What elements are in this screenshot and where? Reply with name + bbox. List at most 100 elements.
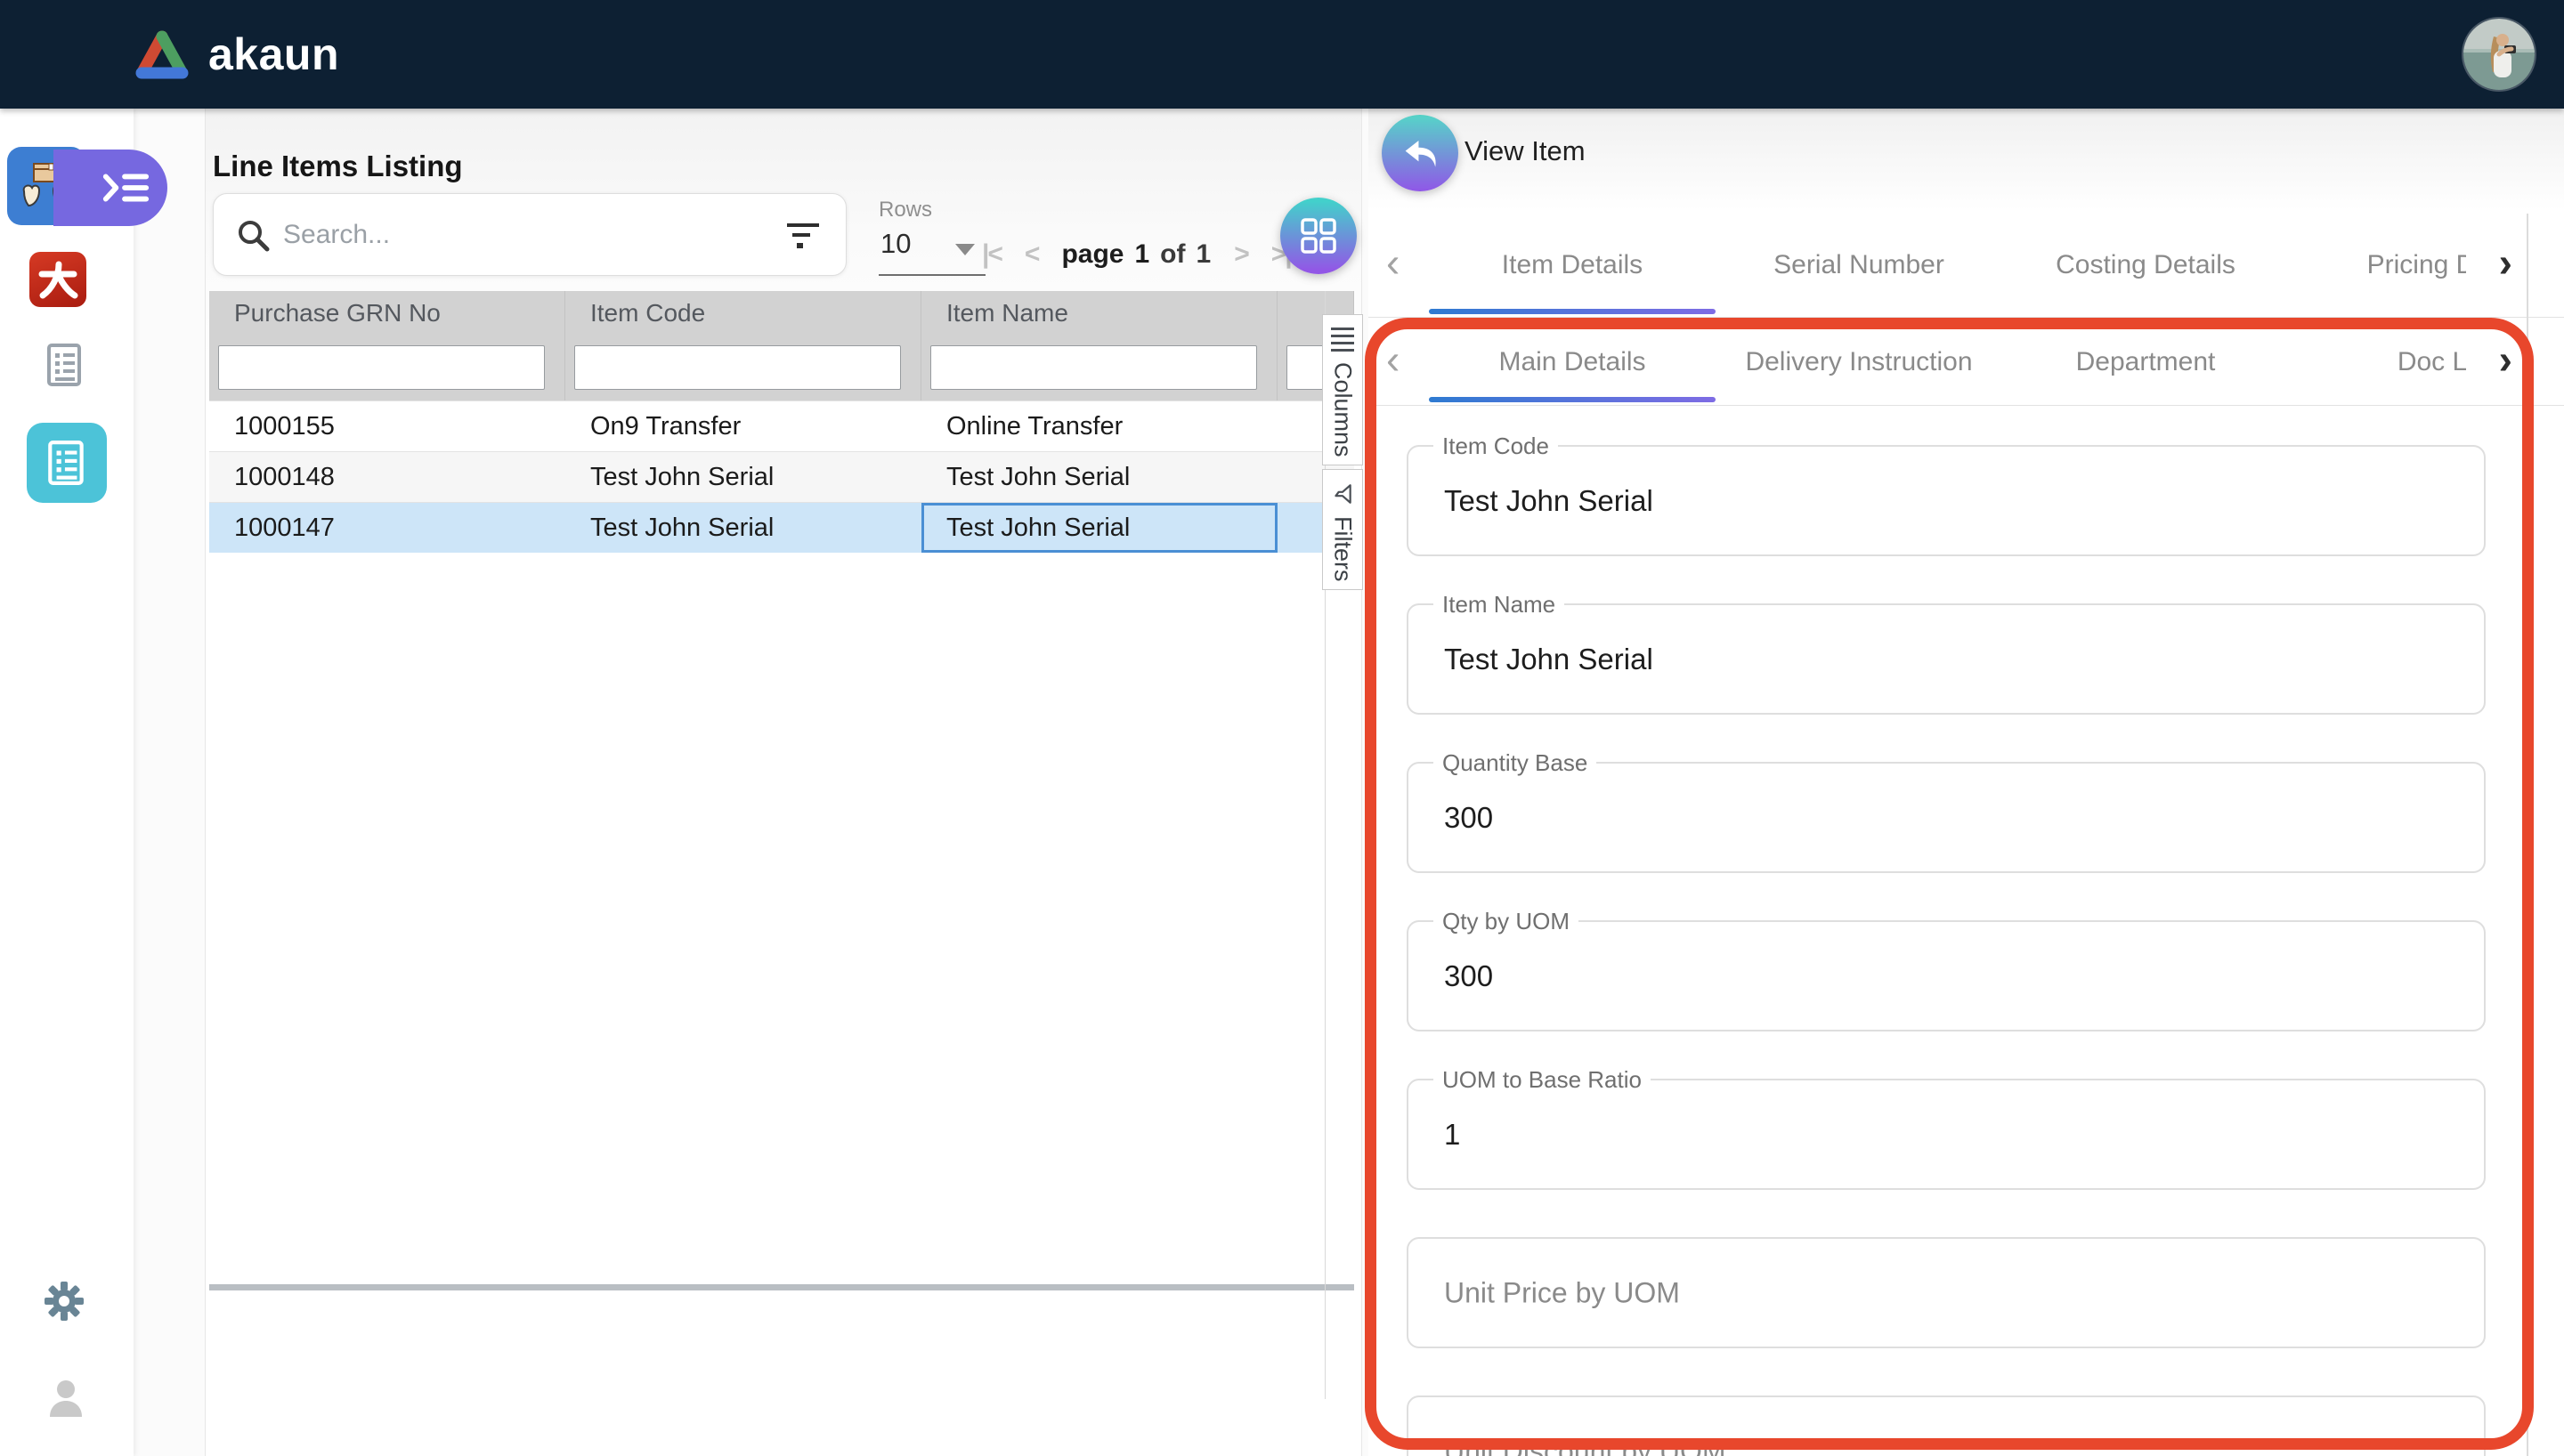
tab-costing-details[interactable]: Costing Details: [2002, 214, 2289, 317]
sidebar-toggle-icon: [100, 170, 151, 206]
field-label: Item Name: [1433, 591, 1564, 619]
filters-tab-label: Filters: [1329, 516, 1357, 582]
tabs-scroll-left-icon[interactable]: ‹: [1386, 241, 1400, 282]
table-row[interactable]: 1000155 On9 Transfer Online Transfer: [209, 400, 1354, 451]
sidebar-item-forms-list[interactable]: [45, 343, 85, 392]
field-value: Test John Serial: [1444, 643, 1653, 676]
filter-input-item-name[interactable]: [930, 345, 1257, 390]
tab-item-details-active[interactable]: Item Details: [1429, 214, 1716, 317]
tab-serial-number[interactable]: Serial Number: [1716, 214, 2002, 317]
page-total: 1: [1197, 239, 1212, 270]
column-header-item-code[interactable]: Item Code: [565, 291, 921, 336]
list-doc-icon: [45, 343, 85, 387]
cell-purchase-grn-no[interactable]: 1000155: [209, 401, 565, 451]
triangle-logo-icon: [134, 28, 191, 80]
unit-discount-by-uom-field[interactable]: Unit Discount by UOM: [1407, 1395, 2486, 1456]
cell-item-name[interactable]: Online Transfer: [921, 401, 1278, 451]
cell-item-code[interactable]: Test John Serial: [565, 452, 921, 502]
pagination: |< < page 1 of 1 > >|: [982, 233, 1291, 276]
tabs-strip: Item Details Serial Number Costing Detai…: [1429, 214, 2466, 317]
brand-logo: akaun: [134, 0, 339, 109]
cell-item-code[interactable]: Test John Serial: [565, 503, 921, 553]
line-items-listing-card: Line Items Listing Rows 10 |< < page 1 o…: [205, 109, 1362, 1456]
columns-side-tab[interactable]: Columns: [1322, 314, 1363, 465]
cell-item-code[interactable]: On9 Transfer: [565, 401, 921, 451]
first-page-button[interactable]: |<: [982, 239, 1002, 270]
item-code-field[interactable]: Item Code Test John Serial: [1407, 445, 2486, 556]
search-input[interactable]: [283, 194, 764, 275]
unit-price-by-uom-field[interactable]: Unit Price by UOM: [1407, 1237, 2486, 1348]
column-header-purchase-grn-no[interactable]: Purchase GRN No: [209, 291, 565, 336]
dropdown-caret-icon[interactable]: [955, 244, 975, 255]
columns-grip-icon: [1331, 328, 1354, 352]
app-root: akaun: [0, 0, 2564, 1456]
user-avatar[interactable]: [2462, 17, 2536, 92]
tab-label: Pricing Det: [2367, 250, 2466, 280]
field-value: Test John Serial: [1444, 484, 1653, 518]
qty-by-uom-field[interactable]: Qty by UOM 300: [1407, 920, 2486, 1031]
back-button[interactable]: [1382, 115, 1458, 191]
field-label: Unit Price by UOM: [1444, 1276, 1680, 1309]
sidebar-item-red-dai-app[interactable]: [29, 252, 86, 307]
view-item-panel: View Item ‹ Item Details Serial Number C…: [1368, 109, 2564, 1456]
next-page-button[interactable]: >: [1234, 239, 1248, 270]
cell-item-name[interactable]: Test John Serial: [921, 452, 1278, 502]
avatar-photo-icon: [2463, 19, 2536, 92]
subtab-delivery-instruction[interactable]: Delivery Instruction: [1716, 319, 2002, 405]
filter-input-item-code[interactable]: [574, 345, 901, 390]
field-label: Quantity Base: [1433, 749, 1596, 777]
cell-purchase-grn-no[interactable]: 1000148: [209, 452, 565, 502]
uom-to-base-ratio-field[interactable]: UOM to Base Ratio 1: [1407, 1079, 2486, 1190]
tab-label: Costing Details: [2056, 250, 2235, 280]
brand-name: akaun: [208, 28, 339, 80]
page-current: 1: [1134, 239, 1149, 270]
cell-purchase-grn-no[interactable]: 1000147: [209, 503, 565, 553]
rows-per-page-select[interactable]: 10: [880, 228, 911, 260]
subtab-main-details-active[interactable]: Main Details: [1429, 319, 1716, 405]
list-doc-active-icon: [45, 440, 88, 486]
cell-item-name-selected[interactable]: Test John Serial: [921, 503, 1278, 553]
column-header-item-name[interactable]: Item Name: [921, 291, 1278, 336]
field-value: 300: [1444, 801, 1493, 835]
tab-label: Item Details: [1502, 250, 1643, 280]
subtabs-strip: Main Details Delivery Instruction Depart…: [1429, 319, 2466, 405]
quantity-base-field[interactable]: Quantity Base 300: [1407, 762, 2486, 873]
item-name-field[interactable]: Item Name Test John Serial: [1407, 603, 2486, 715]
field-value: 1: [1444, 1118, 1460, 1152]
subtabs-row: ‹ Main Details Delivery Instruction Depa…: [1368, 319, 2564, 406]
sidebar-item-line-items-listing-active[interactable]: [27, 423, 107, 503]
filters-side-tab[interactable]: Filters: [1322, 469, 1363, 590]
active-subtab-underline: [1429, 397, 1716, 402]
columns-tab-label: Columns: [1329, 362, 1357, 457]
grid-icon: [1300, 217, 1337, 255]
search-bar: [213, 193, 847, 276]
filter-input-purchase-grn-no[interactable]: [218, 345, 545, 390]
table-horizontal-scrollbar[interactable]: [209, 1284, 1354, 1290]
left-sidebar: [0, 109, 134, 1456]
table-row[interactable]: 1000148 Test John Serial Test John Seria…: [209, 451, 1354, 502]
field-label: Unit Discount by UOM: [1444, 1435, 1726, 1456]
subtabs-scroll-right-icon[interactable]: ›: [2499, 338, 2512, 379]
field-label: Qty by UOM: [1433, 908, 1578, 935]
prev-page-button[interactable]: <: [1025, 239, 1039, 270]
tab-pricing-details[interactable]: Pricing Det: [2289, 214, 2466, 317]
sidebar-toggle-button[interactable]: [53, 150, 167, 226]
filter-funnel-icon: [1331, 482, 1354, 506]
grid-view-button[interactable]: [1280, 198, 1357, 274]
page-of-word: of: [1160, 239, 1185, 270]
panel-scrollbar[interactable]: [2527, 214, 2528, 1456]
subtab-department[interactable]: Department: [2002, 319, 2289, 405]
user-profile-icon[interactable]: [47, 1378, 85, 1423]
table-row-selected[interactable]: 1000147 Test John Serial Test John Seria…: [209, 502, 1354, 553]
settings-gear-icon[interactable]: [44, 1281, 85, 1326]
subtab-label: Department: [2076, 347, 2216, 377]
subtab-doc-link[interactable]: Doc L: [2289, 319, 2466, 405]
sort-filter-icon[interactable]: [785, 221, 821, 251]
tab-label: Serial Number: [1773, 250, 1944, 280]
field-label: Item Code: [1433, 433, 1558, 460]
subtabs-scroll-left-icon[interactable]: ‹: [1386, 338, 1400, 379]
table-filter-row: [209, 336, 1354, 400]
tabs-scroll-right-icon[interactable]: ›: [2499, 241, 2512, 282]
subtab-label: Doc L: [2398, 347, 2466, 377]
table-empty-area: [209, 553, 1354, 1284]
